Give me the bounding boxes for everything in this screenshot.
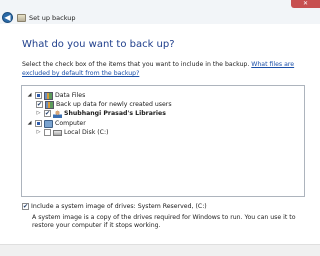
data-files-checkbox[interactable] [35,92,42,99]
new-users-label: Back up data for newly created users [56,101,172,108]
computer-icon [44,119,53,128]
tree-item-computer[interactable]: ◢ Computer [26,119,86,128]
tree-item-data-files[interactable]: ◢ Data Files [26,91,85,100]
data-files-label: Data Files [55,92,86,99]
backup-items-tree[interactable]: ◢ Data Files ✔ Back up data for newly cr… [21,85,305,197]
system-image-description: A system image is a copy of the drives r… [32,214,296,229]
system-image-option[interactable]: ✔ Include a system image of drives: Syst… [22,203,207,210]
collapse-arrow-icon[interactable]: ◢ [26,120,33,127]
new-users-checkbox[interactable]: ✔ [36,101,43,108]
computer-checkbox[interactable] [35,120,42,127]
close-button[interactable]: ✕ [291,0,320,8]
backup-app-icon [17,14,26,22]
computer-label: Computer [55,120,86,127]
libraries-icon [44,91,53,100]
local-disk-label: Local Disk (C:) [64,129,109,136]
user-icon [53,109,62,118]
user-libraries-checkbox[interactable]: ✔ [44,110,51,117]
expand-arrow-icon[interactable]: ▷ [35,129,42,136]
instructions-text: Select the check box of the items that y… [22,60,302,78]
instructions-label: Select the check box of the items that y… [22,61,252,68]
footer-bar [0,244,320,256]
tree-item-local-disk[interactable]: ▷ Local Disk (C:) [35,128,109,137]
tree-item-user-libraries[interactable]: ▷ ✔ Shubhangi Prasad's Libraries [35,109,166,118]
title-bar: ✕ ◀ Set up backup [0,0,320,24]
libraries-icon [45,100,54,109]
expand-arrow-icon[interactable]: ▷ [35,110,42,117]
collapse-arrow-icon[interactable]: ◢ [26,92,33,99]
system-image-label: Include a system image of drives: System… [31,203,207,210]
page-heading: What do you want to back up? [22,39,175,50]
back-arrow-icon[interactable]: ◀ [2,12,13,23]
tree-item-new-users[interactable]: ✔ Back up data for newly created users [36,100,172,109]
hard-drive-icon [53,129,62,136]
user-libraries-label: Shubhangi Prasad's Libraries [64,110,166,117]
system-image-checkbox[interactable]: ✔ [22,203,29,210]
window-title: Set up backup [29,14,76,22]
local-disk-checkbox[interactable] [44,129,51,136]
